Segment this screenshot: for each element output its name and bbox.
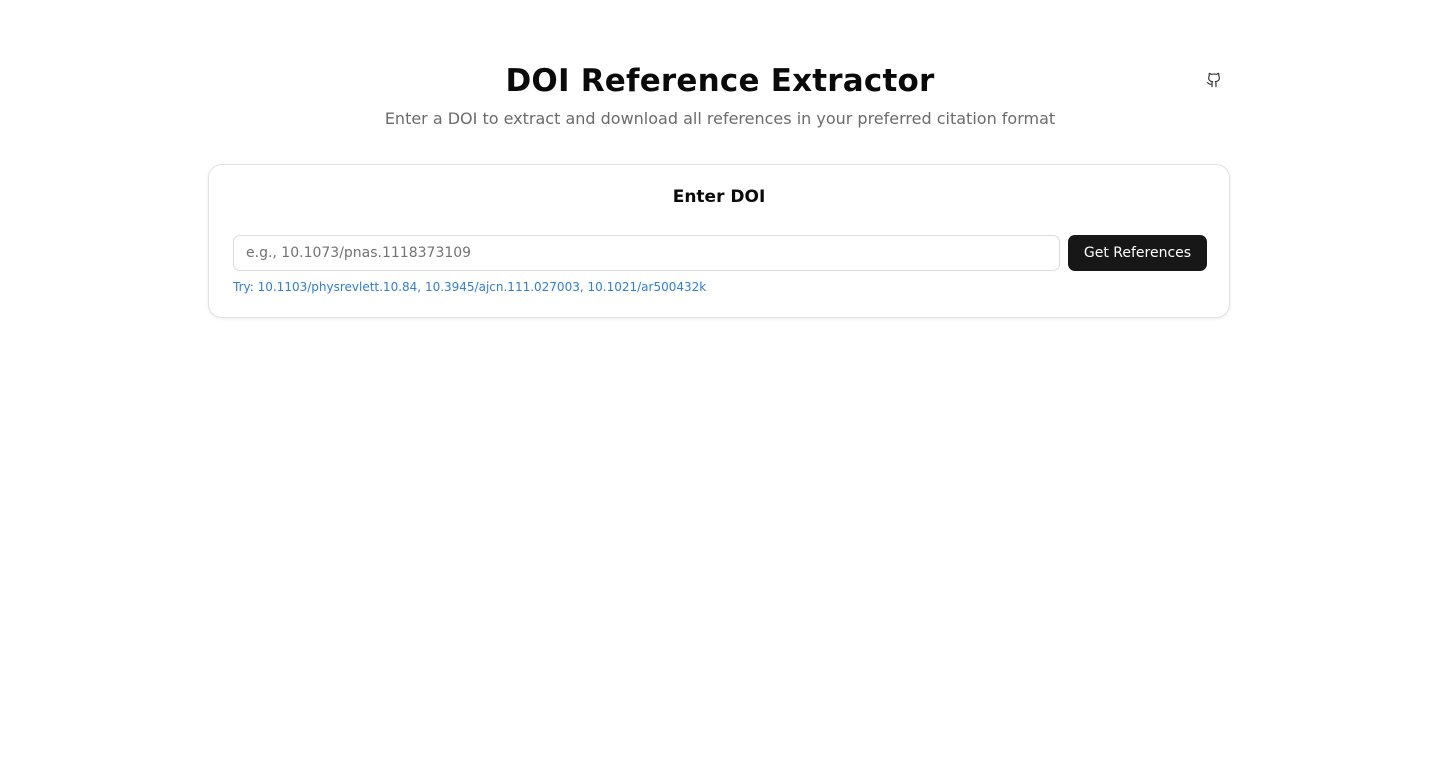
github-link[interactable] bbox=[1204, 70, 1224, 90]
github-icon bbox=[1206, 72, 1220, 88]
get-references-button[interactable]: Get References bbox=[1068, 235, 1207, 271]
doi-input[interactable] bbox=[233, 235, 1060, 271]
page: DOI Reference Extractor Enter a DOI to e… bbox=[0, 0, 1440, 761]
example-dois: Try: 10.1103/physrevlett.10.84, 10.3945/… bbox=[233, 279, 706, 295]
examples-prefix: Try: bbox=[233, 280, 258, 294]
doi-card: Enter DOI Get References Try: 10.1103/ph… bbox=[208, 164, 1230, 318]
page-subtitle: Enter a DOI to extract and download all … bbox=[384, 109, 1056, 128]
example-doi-link[interactable]: 10.1021/ar500432k bbox=[587, 280, 706, 294]
examples-separator: , bbox=[417, 280, 425, 294]
card-title: Enter DOI bbox=[672, 187, 766, 207]
example-doi-link[interactable]: 10.1103/physrevlett.10.84 bbox=[258, 280, 418, 294]
page-title: DOI Reference Extractor bbox=[505, 63, 935, 99]
example-doi-link[interactable]: 10.3945/ajcn.111.027003 bbox=[425, 280, 580, 294]
